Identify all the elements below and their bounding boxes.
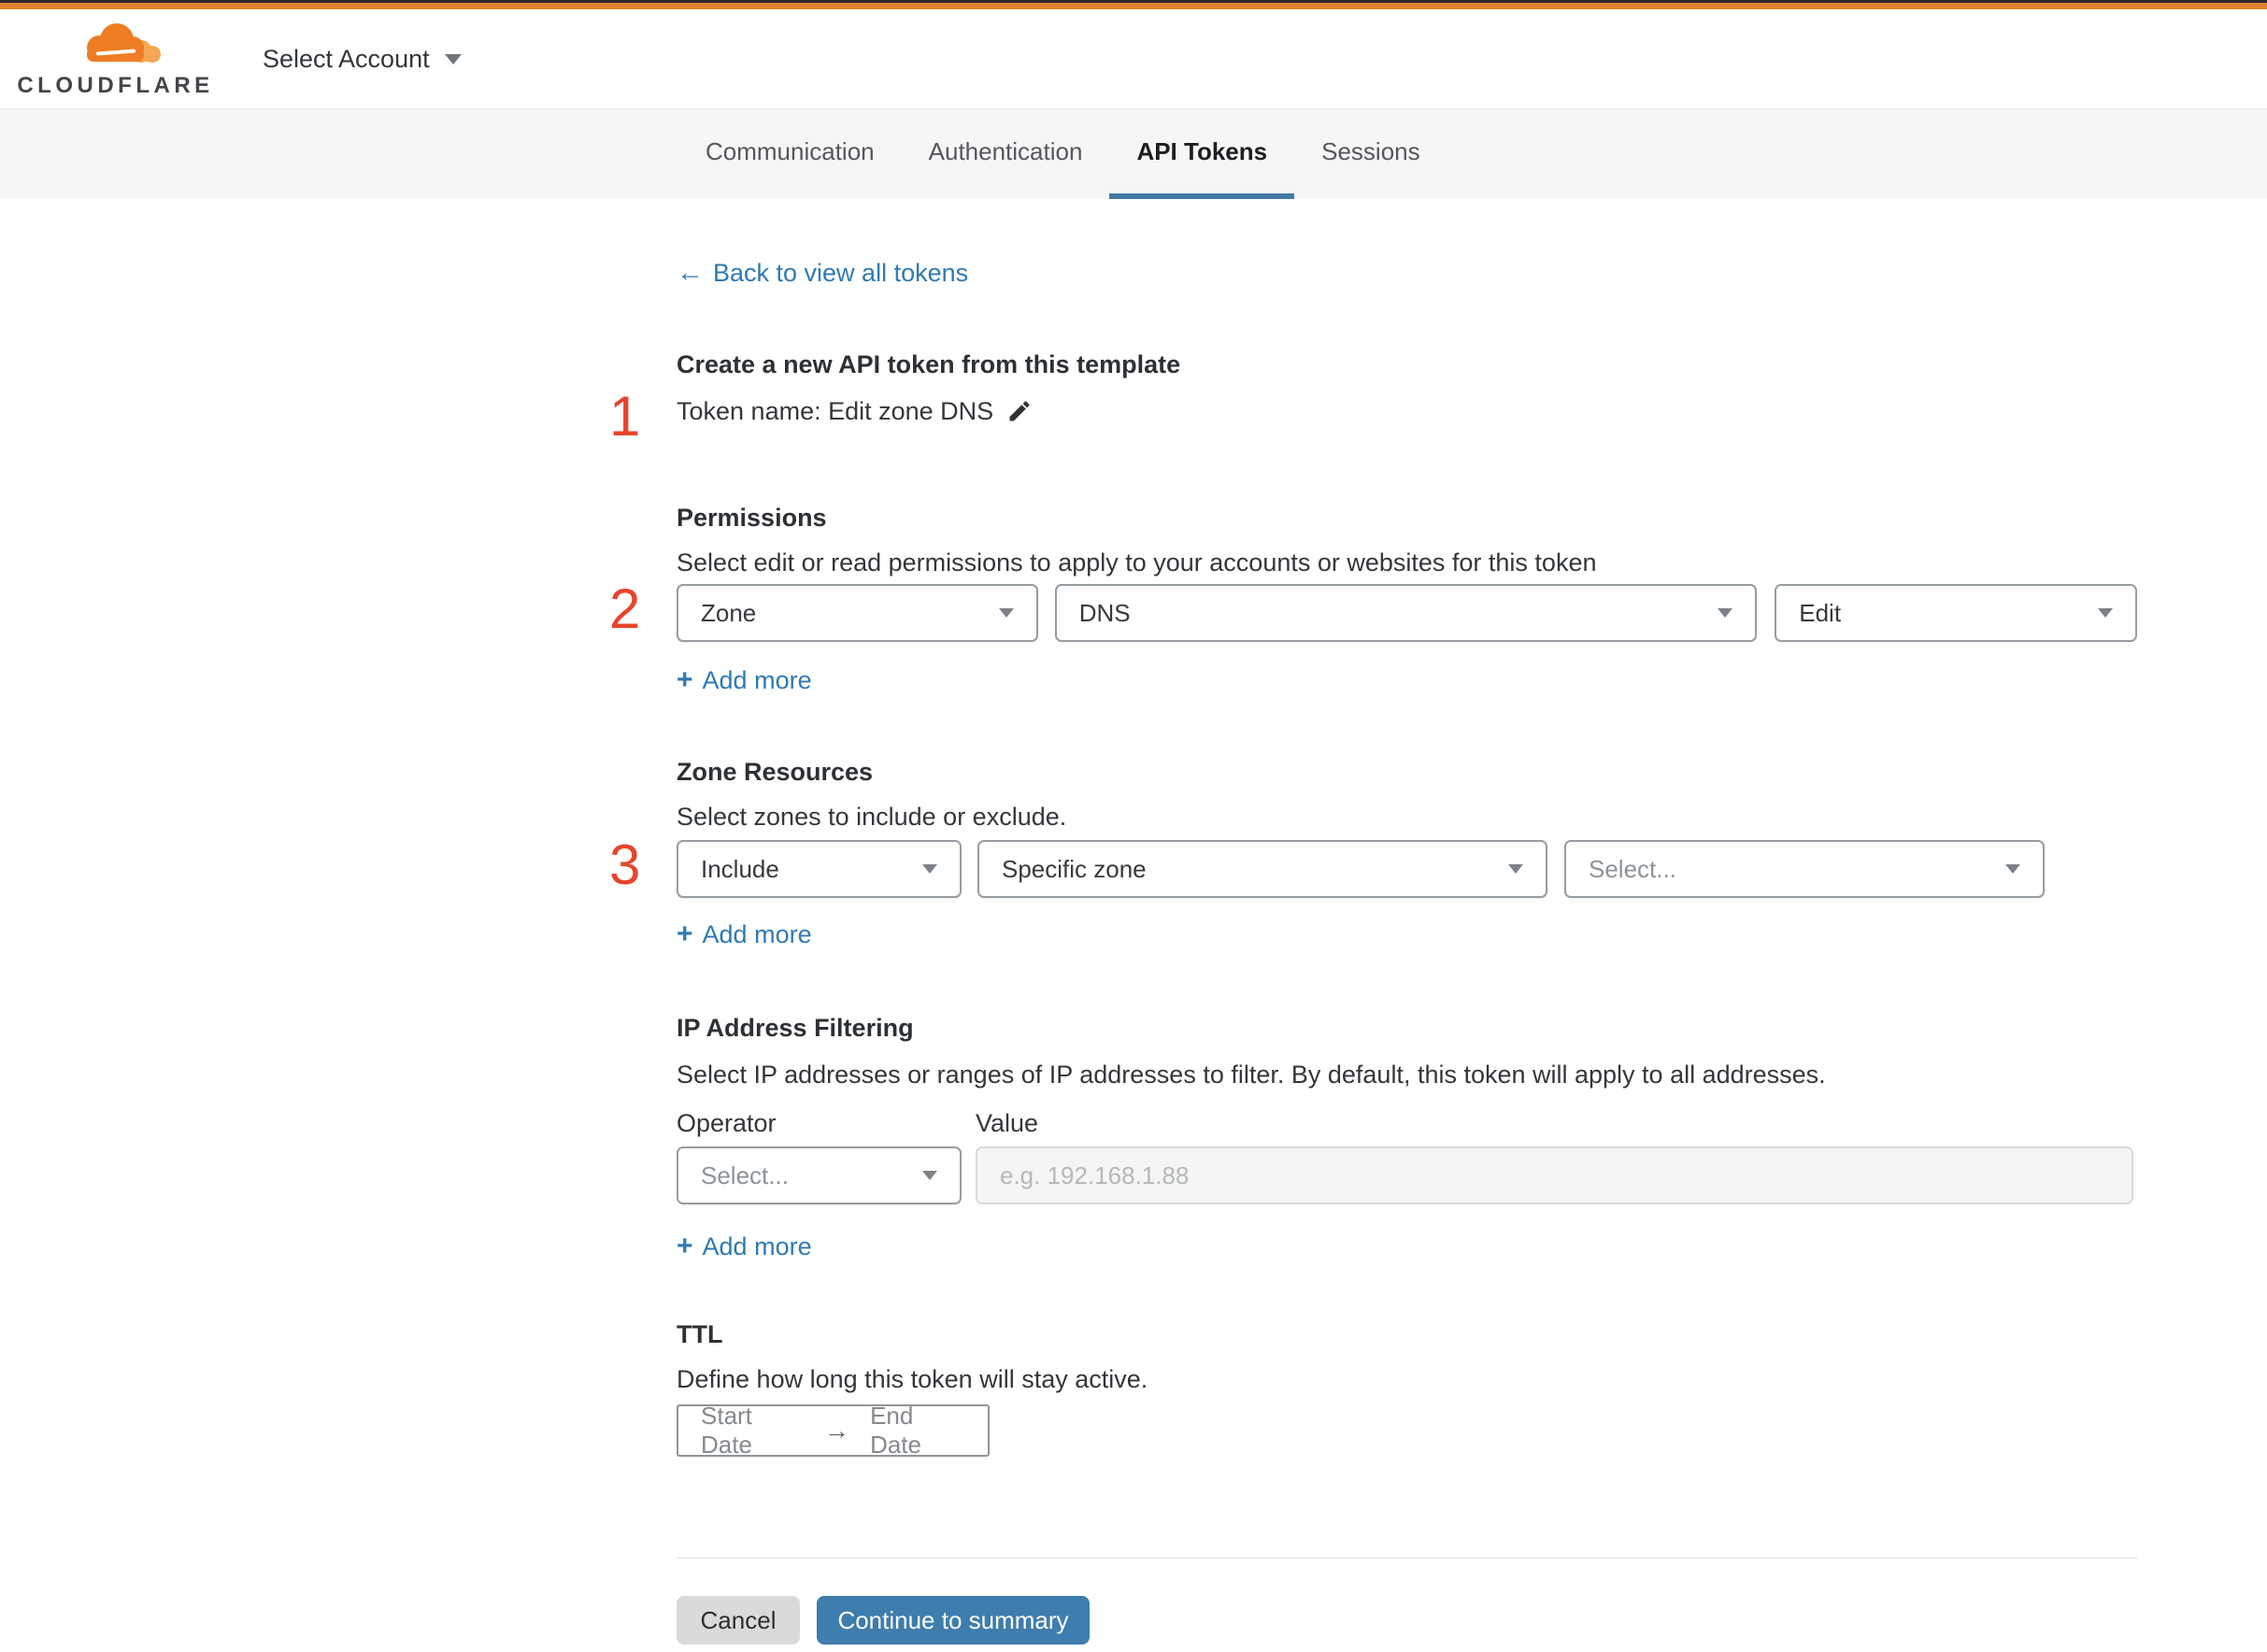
caret-down-icon bbox=[922, 864, 937, 874]
edit-pencil-icon[interactable] bbox=[1006, 398, 1033, 424]
zone-resources-row: 3 Include Specific zone Select... bbox=[609, 836, 2137, 898]
ip-filtering-heading: IP Address Filtering bbox=[677, 1014, 914, 1042]
zone-resources-section: Zone Resources Select zones to include o… bbox=[609, 756, 2137, 950]
token-name-text: Token name: Edit zone DNS bbox=[677, 397, 994, 425]
chevron-down-icon bbox=[444, 53, 462, 64]
plus-icon: + bbox=[677, 919, 693, 949]
tab-bar: Communication Authentication API Tokens … bbox=[0, 108, 2267, 199]
tab-communication[interactable]: Communication bbox=[678, 109, 902, 199]
add-more-label: Add more bbox=[702, 666, 812, 694]
ip-value-input[interactable] bbox=[976, 1146, 2133, 1204]
step1-number: 1 bbox=[609, 385, 641, 448]
zone-include-select[interactable]: Include bbox=[677, 840, 962, 898]
permission-type-value: DNS bbox=[1078, 598, 1131, 627]
permission-type-select[interactable]: DNS bbox=[1054, 584, 1758, 642]
caret-down-icon bbox=[1508, 864, 1523, 874]
permissions-row: 2 Zone DNS Edit bbox=[609, 580, 2137, 642]
permission-scope-select[interactable]: Zone bbox=[677, 584, 1038, 642]
add-more-label: Add more bbox=[702, 920, 812, 948]
ip-filtering-add-more-link[interactable]: + Add more bbox=[677, 1231, 812, 1262]
operator-label: Operator bbox=[677, 1109, 777, 1137]
continue-to-summary-button[interactable]: Continue to summary bbox=[817, 1596, 1090, 1645]
back-arrow-icon: ← bbox=[677, 258, 704, 288]
end-date-label: End Date bbox=[870, 1402, 921, 1459]
zone-picker-placeholder: Select... bbox=[1589, 854, 1676, 883]
permissions-heading: Permissions bbox=[677, 504, 827, 532]
permission-scope-value: Zone bbox=[701, 598, 757, 627]
ip-filtering-row: Select... bbox=[677, 1146, 2137, 1204]
back-link-label: Back to view all tokens bbox=[713, 259, 969, 287]
tab-authentication[interactable]: Authentication bbox=[902, 109, 1110, 199]
cloudflare-wordmark: CLOUDFLARE bbox=[17, 72, 214, 98]
value-label: Value bbox=[976, 1109, 1039, 1137]
ttl-description: Define how long this token will stay act… bbox=[677, 1365, 1148, 1393]
back-to-tokens-link[interactable]: ← Back to view all tokens bbox=[677, 257, 968, 289]
permission-level-value: Edit bbox=[1799, 598, 1842, 627]
permission-level-select[interactable]: Edit bbox=[1775, 584, 2137, 642]
step1-section: 1 Create a new API token from this templ… bbox=[609, 349, 2137, 446]
ip-filtering-section: IP Address Filtering Select IP addresses… bbox=[677, 1012, 2137, 1262]
ip-filtering-labels: Operator Value bbox=[677, 1107, 2137, 1139]
ttl-section: TTL Define how long this token will stay… bbox=[677, 1318, 2137, 1459]
add-more-label: Add more bbox=[702, 1232, 812, 1260]
ip-operator-placeholder: Select... bbox=[701, 1161, 789, 1189]
account-selector[interactable]: Select Account bbox=[263, 45, 462, 74]
caret-down-icon bbox=[922, 1171, 937, 1180]
zone-picker-select[interactable]: Select... bbox=[1564, 840, 2045, 898]
zone-include-value: Include bbox=[701, 854, 779, 883]
caret-down-icon bbox=[1718, 608, 1733, 618]
ip-filtering-description: Select IP addresses or ranges of IP addr… bbox=[677, 1061, 1826, 1089]
main-content: ← Back to view all tokens 1 Create a new… bbox=[0, 199, 2267, 1652]
cloudflare-cloud-icon bbox=[86, 22, 161, 63]
plus-icon: + bbox=[677, 1231, 693, 1261]
ip-operator-select[interactable]: Select... bbox=[677, 1146, 962, 1204]
top-accent-bar bbox=[0, 3, 2267, 9]
caret-down-icon bbox=[2005, 864, 2020, 874]
permissions-section: Permissions Select edit or read permissi… bbox=[609, 502, 2137, 696]
arrow-right-icon: → bbox=[824, 1416, 850, 1445]
cancel-button[interactable]: Cancel bbox=[677, 1596, 800, 1645]
permissions-add-more-link[interactable]: + Add more bbox=[677, 664, 812, 696]
account-selector-label: Select Account bbox=[263, 44, 430, 73]
start-date-label: Start Date bbox=[701, 1402, 752, 1459]
caret-down-icon bbox=[998, 608, 1014, 618]
plus-icon: + bbox=[677, 664, 693, 695]
footer-actions: Cancel Continue to summary bbox=[677, 1596, 2137, 1652]
zone-resources-add-more-link[interactable]: + Add more bbox=[677, 919, 812, 950]
step3-number: 3 bbox=[609, 833, 641, 896]
step2-number: 2 bbox=[609, 577, 641, 640]
footer-divider bbox=[677, 1558, 2137, 1559]
ttl-date-range-picker[interactable]: Start Date → End Date bbox=[677, 1402, 990, 1459]
token-name-line: Token name: Edit zone DNS bbox=[677, 395, 2137, 427]
cloudflare-logo[interactable]: CLOUDFLARE bbox=[17, 20, 209, 99]
permissions-description: Select edit or read permissions to apply… bbox=[677, 548, 1597, 577]
zone-resources-description: Select zones to include or exclude. bbox=[677, 803, 1067, 831]
zone-specificity-select[interactable]: Specific zone bbox=[977, 840, 1547, 898]
caret-down-icon bbox=[2097, 608, 2113, 618]
zone-resources-heading: Zone Resources bbox=[677, 758, 874, 786]
zone-specificity-value: Specific zone bbox=[1002, 854, 1147, 883]
ttl-heading: TTL bbox=[677, 1320, 723, 1348]
app-header: CLOUDFLARE Select Account bbox=[0, 9, 2267, 108]
step1-heading: Create a new API token from this templat… bbox=[677, 350, 1181, 378]
tab-sessions[interactable]: Sessions bbox=[1294, 109, 1447, 199]
tab-api-tokens[interactable]: API Tokens bbox=[1109, 109, 1295, 199]
